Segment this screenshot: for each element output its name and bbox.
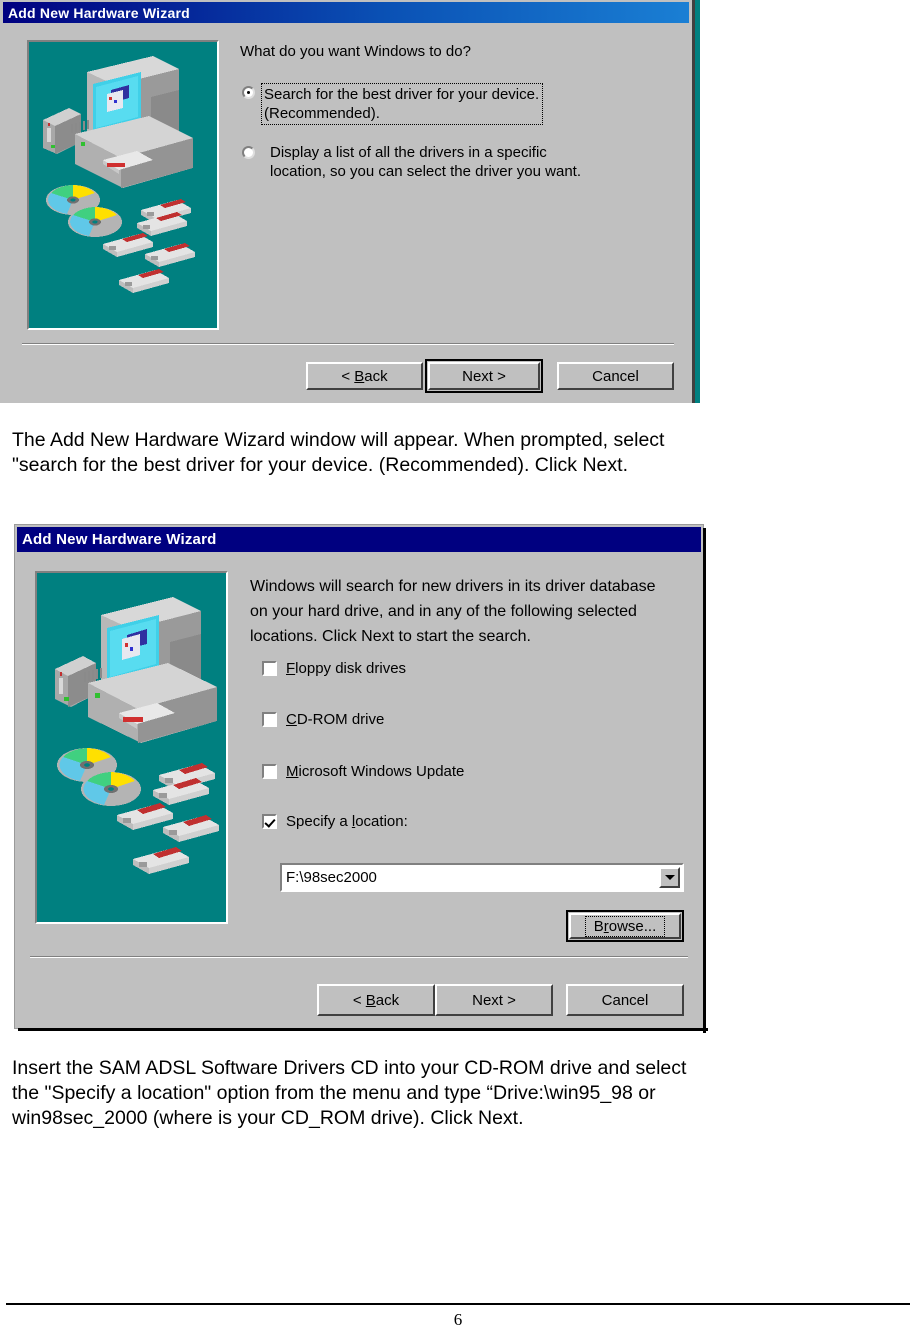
next-button-inner-dialog-1: Cancel Next > bbox=[428, 362, 540, 390]
dialog-1-title: Add New Hardware Wizard bbox=[8, 4, 190, 21]
checkbox-label-specify-a-location: Specify a location: bbox=[286, 813, 408, 830]
cancel-button-dialog-2[interactable]: Cancel bbox=[566, 984, 684, 1016]
checkbox-indicator-specify-a-location[interactable] bbox=[262, 814, 277, 829]
dialog-2-separator bbox=[30, 956, 688, 958]
back-button-label-dialog-1: < Back bbox=[341, 367, 388, 385]
next-button-label-dialog-2: Next > bbox=[472, 991, 516, 1009]
location-combobox[interactable]: F:\98sec2000 bbox=[280, 863, 684, 892]
dialog-1-body: What do you want Windows to do? Search f… bbox=[0, 23, 692, 403]
add-new-hardware-wizard-dialog-2: Add New Hardware Wizard Windows will sea… bbox=[14, 524, 708, 1033]
back-button-dialog-2[interactable]: < Back bbox=[317, 984, 435, 1016]
caption-paragraph-2: Insert the SAM ADSL Software Drivers CD … bbox=[12, 1057, 687, 1129]
checkbox-label-cd-rom-drive: CD-ROM drive bbox=[286, 711, 385, 728]
dialog-1-prompt: What do you want Windows to do? bbox=[240, 43, 471, 60]
radio-indicator-display-driver-list[interactable] bbox=[242, 146, 255, 159]
dialog-2-bottom-shadow bbox=[18, 1028, 708, 1031]
radio-option-display-driver-list[interactable]: Display a list of all the drivers in a s… bbox=[242, 143, 582, 181]
next-button-text-dialog-1: Next > bbox=[462, 367, 506, 385]
computer-media-illustration-icon-2 bbox=[37, 573, 226, 922]
location-combobox-value: F:\98sec2000 bbox=[286, 869, 377, 886]
next-button-dialog-1[interactable]: Cancel Next > bbox=[425, 359, 543, 393]
radio-label-search-best-driver: Search for the best driver for your devi… bbox=[261, 83, 544, 125]
browse-button[interactable]: Browse... bbox=[566, 910, 684, 942]
checkbox-indicator-cd-rom-drive[interactable] bbox=[262, 712, 277, 727]
footer-divider bbox=[6, 1303, 910, 1305]
caption-paragraph-1: The Add New Hardware Wizard window will … bbox=[12, 429, 665, 476]
dialog-2-title: Add New Hardware Wizard bbox=[22, 531, 217, 548]
checkbox-row-microsoft-windows-update[interactable]: Microsoft Windows Update bbox=[262, 763, 464, 780]
checkbox-indicator-floppy-disk-drives[interactable] bbox=[262, 661, 277, 676]
checkbox-row-cd-rom-drive[interactable]: CD-ROM drive bbox=[262, 711, 384, 728]
dialog-2-body: Windows will search for new drivers in i… bbox=[15, 552, 703, 1028]
chevron-down-icon[interactable] bbox=[659, 867, 680, 888]
radio-indicator-search-best-driver[interactable] bbox=[242, 86, 255, 99]
cancel-button-label-dialog-2: Cancel bbox=[601, 991, 649, 1009]
dialog-1-illustration-panel bbox=[27, 40, 219, 330]
dialog-2-outer-shadow bbox=[703, 528, 706, 1033]
add-new-hardware-wizard-dialog-1: Add New Hardware Wizard What do you want… bbox=[0, 0, 700, 403]
footer-page-number: 6 bbox=[453, 1310, 463, 1329]
checkbox-indicator-microsoft-windows-update[interactable] bbox=[262, 764, 277, 779]
browse-button-label: Browse... bbox=[584, 915, 666, 937]
computer-media-illustration-icon bbox=[29, 42, 217, 328]
checkbox-label-floppy-disk-drives: Floppy disk drives bbox=[286, 660, 407, 677]
checkbox-row-floppy-disk-drives[interactable]: Floppy disk drives bbox=[262, 660, 406, 677]
dialog-1-titlebar: Add New Hardware Wizard bbox=[3, 2, 689, 23]
dialog-1-separator bbox=[22, 343, 674, 345]
radio-label-display-driver-list: Display a list of all the drivers in a s… bbox=[270, 144, 582, 180]
dialog-2-titlebar: Add New Hardware Wizard bbox=[17, 527, 701, 552]
cancel-button-label-dialog-1: Cancel bbox=[592, 367, 639, 385]
next-button-dialog-2[interactable]: Next > bbox=[435, 984, 553, 1016]
browse-button-inner: Browse... bbox=[569, 913, 681, 939]
radio-option-search-best-driver[interactable]: Search for the best driver for your devi… bbox=[242, 83, 572, 125]
back-button-dialog-1[interactable]: < Back bbox=[306, 362, 423, 390]
back-button-label-dialog-2: < Back bbox=[352, 991, 400, 1009]
cancel-button-dialog-1[interactable]: Cancel bbox=[557, 362, 674, 390]
checkbox-row-specify-a-location[interactable]: Specify a location: bbox=[262, 813, 408, 830]
checkbox-label-microsoft-windows-update: Microsoft Windows Update bbox=[286, 763, 465, 780]
dialog-2-prompt: Windows will search for new drivers in i… bbox=[250, 578, 656, 645]
dialog-2-illustration-panel bbox=[35, 571, 228, 924]
